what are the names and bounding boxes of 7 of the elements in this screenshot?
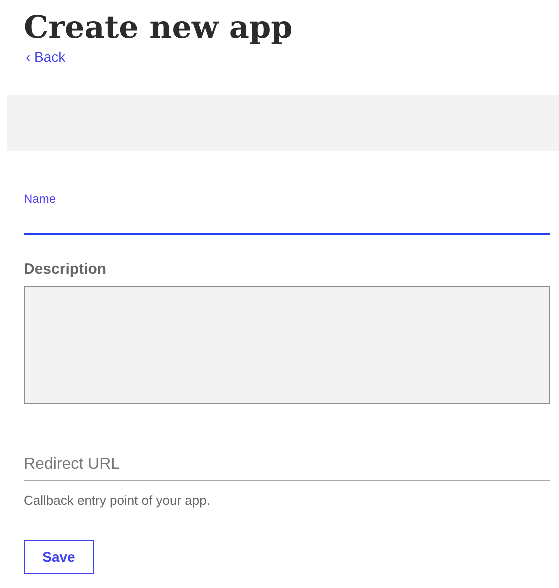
name-field[interactable]: Name	[24, 191, 550, 235]
helper-text: Callback entry point of your app.	[24, 493, 210, 508]
save-button[interactable]: Save	[24, 540, 94, 574]
description-label: Description	[24, 261, 107, 279]
back-link[interactable]: ‹ Back	[26, 48, 66, 66]
page-title: Create new app	[23, 9, 293, 48]
description-field[interactable]	[24, 286, 550, 404]
